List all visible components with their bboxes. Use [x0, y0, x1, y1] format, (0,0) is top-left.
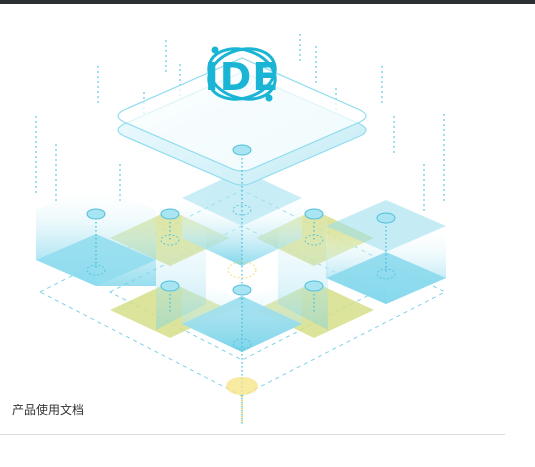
- section-divider: [0, 434, 505, 435]
- ide-logo-text: IDE: [205, 55, 280, 99]
- ide-hero-illustration: IDE: [35, 34, 447, 424]
- cyan-blocks: [36, 170, 446, 352]
- product-docs-link[interactable]: 产品使用文档: [12, 401, 84, 419]
